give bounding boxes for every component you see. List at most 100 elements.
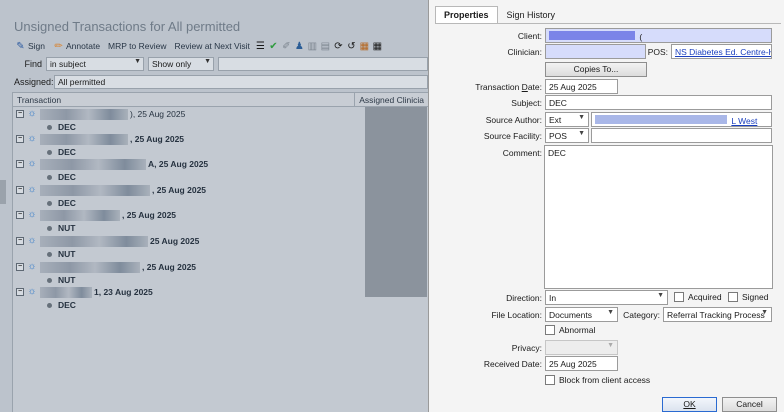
- collapse-icon[interactable]: −: [16, 237, 24, 245]
- transaction-row[interactable]: − ☼ , 25 Aug 2025: [13, 133, 184, 145]
- transaction-child-row[interactable]: NUT: [13, 222, 75, 234]
- splitter-handle[interactable]: [0, 180, 6, 204]
- transaction-row[interactable]: − ☼ ), 25 Aug 2025: [13, 108, 185, 120]
- transaction-child-row[interactable]: DEC: [13, 146, 76, 158]
- tab-properties[interactable]: Properties: [435, 6, 498, 24]
- chevron-down-icon: ▼: [204, 58, 211, 65]
- category-label: Category:: [623, 310, 660, 320]
- category-select[interactable]: Referral Tracking Process ▼: [663, 307, 772, 322]
- privacy-label: Privacy:: [511, 343, 542, 353]
- transaction-row[interactable]: − ☼ , 25 Aug 2025: [13, 184, 206, 196]
- assigned-field[interactable]: All permitted: [54, 75, 428, 89]
- find-bar: Find in subject ▼ Show only ▼: [14, 57, 428, 71]
- transaction-icon: ☼: [27, 209, 37, 220]
- transaction-row[interactable]: − ☼ A, 25 Aug 2025: [13, 158, 208, 170]
- assigned-bar: Assigned: All permitted: [14, 75, 428, 89]
- copy-icon[interactable]: ▤: [320, 41, 331, 52]
- annotate-button[interactable]: ✏ Annotate: [50, 41, 103, 52]
- refresh-icon[interactable]: ⟳: [333, 41, 344, 52]
- edit-icon[interactable]: ✐: [281, 41, 292, 52]
- collapse-icon[interactable]: −: [16, 263, 24, 271]
- transaction-icon: ☼: [27, 235, 37, 246]
- source-facility-field[interactable]: [591, 128, 772, 143]
- subject-input[interactable]: DEC: [545, 95, 772, 110]
- review-next-visit-button[interactable]: Review at Next Visit: [171, 41, 252, 51]
- column-header-assigned[interactable]: Assigned Clinicia: [355, 93, 428, 106]
- collapse-icon[interactable]: −: [16, 135, 24, 143]
- checkbox-box[interactable]: [545, 375, 555, 385]
- privacy-select[interactable]: ▼: [545, 340, 618, 355]
- transaction-date-field[interactable]: 25 Aug 2025: [545, 79, 618, 94]
- source-author-type-select[interactable]: Ext ▼: [545, 112, 589, 127]
- collapse-icon[interactable]: −: [16, 160, 24, 168]
- collapse-icon[interactable]: −: [16, 211, 24, 219]
- bullet-icon: [47, 200, 52, 206]
- bullet-icon: [47, 277, 52, 283]
- source-facility-label: Source Facility:: [483, 131, 542, 141]
- pos-field[interactable]: NS Diabetes Ed. Centre-H0: [671, 44, 772, 59]
- transaction-child-row[interactable]: DEC: [13, 171, 76, 183]
- list-menu-icon[interactable]: ☰: [255, 41, 266, 52]
- move-to-review-button[interactable]: MRP to Review: [105, 41, 169, 51]
- transaction-row[interactable]: − ☼ 25 Aug 2025: [13, 235, 199, 247]
- collapse-icon[interactable]: −: [16, 288, 24, 296]
- delete-icon[interactable]: ▥: [307, 41, 318, 52]
- received-date-field[interactable]: 25 Aug 2025: [545, 356, 618, 371]
- comment-label: Comment:: [502, 148, 542, 158]
- column-header-transaction[interactable]: Transaction: [13, 93, 356, 106]
- transaction-child-row[interactable]: DEC: [13, 121, 76, 133]
- redacted-text: [40, 184, 150, 196]
- find-scope-select[interactable]: in subject ▼: [46, 57, 144, 71]
- redacted-text: [40, 261, 140, 273]
- transaction-row[interactable]: − ☼ 1, 23 Aug 2025: [13, 286, 153, 298]
- subject-label: Subject:: [511, 98, 542, 108]
- ok-button[interactable]: OK: [662, 397, 717, 412]
- client-field[interactable]: (: [545, 28, 772, 43]
- check-icon[interactable]: ✔: [268, 41, 279, 52]
- bullet-icon: [47, 124, 52, 130]
- checkbox-box[interactable]: [728, 292, 738, 302]
- collapse-icon[interactable]: −: [16, 110, 24, 118]
- tab-strip: Properties Sign History: [435, 6, 564, 24]
- transaction-child-row[interactable]: NUT: [13, 274, 75, 286]
- redacted-text: [40, 108, 128, 120]
- assigned-label: Assigned:: [14, 77, 54, 87]
- direction-select[interactable]: In ▼: [545, 290, 668, 305]
- sign-button[interactable]: ✎ Sign: [12, 41, 48, 52]
- assign-user-icon[interactable]: ♟: [294, 41, 305, 52]
- transaction-row[interactable]: − ☼ , 25 Aug 2025: [13, 261, 196, 273]
- redacted-text: [40, 235, 148, 247]
- transaction-child-row[interactable]: DEC: [13, 197, 76, 209]
- grid-header: Transaction Assigned Clinicia: [13, 93, 428, 107]
- signed-checkbox[interactable]: Signed: [728, 292, 768, 302]
- undo-icon[interactable]: ↺: [346, 41, 357, 52]
- comment-textarea[interactable]: DEC: [544, 145, 773, 289]
- source-facility-type-select[interactable]: POS ▼: [545, 128, 589, 143]
- checkbox-box[interactable]: [674, 292, 684, 302]
- pencil-icon: ✏: [54, 40, 63, 52]
- grid-icon[interactable]: ▦: [372, 41, 383, 52]
- find-input[interactable]: [218, 57, 428, 71]
- collapse-icon[interactable]: −: [16, 186, 24, 194]
- transaction-child-row[interactable]: DEC: [13, 299, 76, 311]
- redacted-text: [40, 209, 120, 221]
- transaction-row[interactable]: − ☼ , 25 Aug 2025: [13, 209, 176, 221]
- transaction-date-label: Transaction Date:: [475, 82, 542, 92]
- background-window: Unsigned Transactions for All permitted …: [0, 0, 428, 412]
- transaction-icon: ☼: [27, 158, 37, 169]
- acquired-checkbox[interactable]: Acquired: [674, 292, 722, 302]
- tab-sign-history[interactable]: Sign History: [498, 6, 565, 24]
- source-author-field[interactable]: L West: [591, 112, 772, 127]
- bullet-icon: [47, 251, 52, 257]
- find-mode-select[interactable]: Show only ▼: [148, 57, 214, 71]
- window-title: Unsigned Transactions for All permitted: [14, 19, 241, 34]
- cancel-button[interactable]: Cancel: [722, 397, 777, 412]
- checkbox-box[interactable]: [545, 325, 555, 335]
- transactions-grid: Transaction Assigned Clinicia − ☼ ), 25 …: [12, 92, 428, 412]
- copies-to-button[interactable]: Copies To...: [545, 62, 647, 77]
- transaction-child-row[interactable]: NUT: [13, 248, 75, 260]
- clinician-label: Clinician:: [507, 47, 543, 57]
- abnormal-checkbox[interactable]: Abnormal: [545, 325, 595, 335]
- block-client-access-checkbox[interactable]: Block from client access: [545, 375, 650, 385]
- columns-icon[interactable]: ▦: [359, 41, 370, 52]
